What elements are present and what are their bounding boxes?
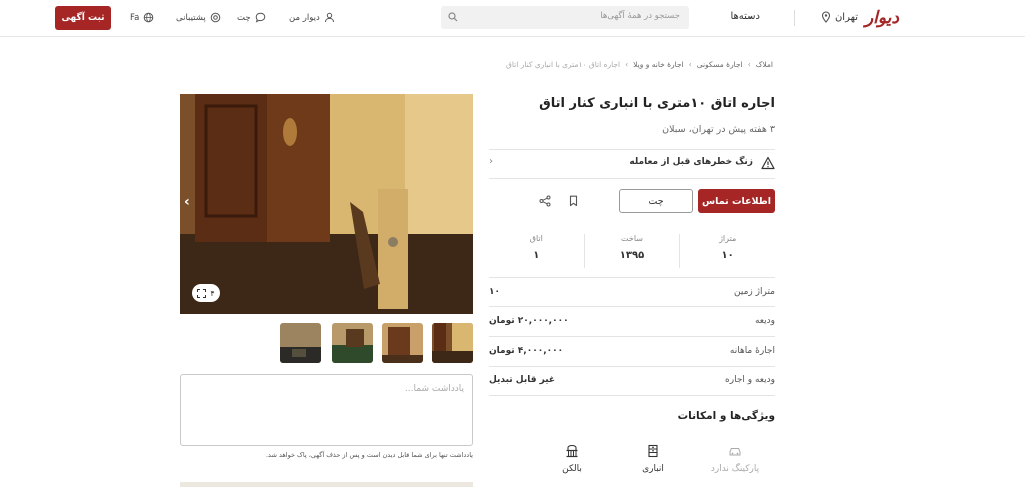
user-icon <box>324 12 334 23</box>
feature-parking: پارکینگ ندارد <box>700 444 770 474</box>
detail-row: متراژ زمین ۱۰ <box>489 279 775 307</box>
detail-row: ودیعه و اجاره غیر قابل تبدیل <box>489 367 775 395</box>
breadcrumb-item[interactable]: اجارهٔ خانه و ویلا <box>633 60 684 69</box>
divider <box>489 277 775 278</box>
location-pin-icon <box>821 11 831 23</box>
thumbnail-image <box>432 323 473 363</box>
divider <box>489 336 775 337</box>
header-divider <box>794 10 795 26</box>
language-switch[interactable]: Fa <box>130 12 154 23</box>
car-icon <box>729 448 741 456</box>
thumbnail[interactable] <box>332 323 373 363</box>
spec-year-built: ساخت ۱۳۹۵ <box>585 234 681 268</box>
spec-rooms: اتاق ۱ <box>489 234 585 268</box>
support-icon <box>210 12 220 23</box>
chevron-left-icon: ‹ <box>489 156 493 167</box>
globe-icon <box>144 12 154 23</box>
detail-row: ودیعه ۲۰,۰۰۰,۰۰۰ تومان <box>489 308 775 336</box>
feature-label: بالکن <box>562 464 582 474</box>
note-textarea[interactable]: یادداشت شما... <box>180 374 473 446</box>
chevron-right-icon[interactable]: › <box>184 194 190 210</box>
chat-link[interactable]: چت <box>237 12 266 23</box>
balcony-icon <box>566 444 578 458</box>
image-count: ۴ <box>210 288 215 298</box>
feature-label: انباری <box>642 464 664 474</box>
fullscreen-icon <box>197 288 207 298</box>
detail-label: اجارهٔ ماهانه <box>729 346 775 356</box>
detail-value: ۴,۰۰۰,۰۰۰ تومان <box>489 346 564 356</box>
search-placeholder: جستجو در همهٔ آگهی‌ها <box>600 11 680 21</box>
chevron-left-icon: › <box>747 60 751 69</box>
thumbnail-image <box>382 323 423 363</box>
breadcrumb: املاک › اجارهٔ مسکونی › اجارهٔ خانه و وی… <box>506 60 773 69</box>
spec-value: ۱۳۹۵ <box>619 250 645 261</box>
my-divar-link[interactable]: دیوار من <box>289 12 335 23</box>
divider <box>489 178 775 179</box>
detail-label: ودیعه و اجاره <box>725 375 775 385</box>
detail-value: ۱۰ <box>489 287 500 297</box>
spec-label: اتاق <box>529 234 543 243</box>
post-ad-button[interactable]: ثبت آگهی <box>55 6 111 30</box>
city-label: تهران <box>834 11 858 23</box>
support-label: پشتیبانی <box>176 12 206 23</box>
feature-storage: انباری <box>618 444 688 474</box>
thumbnail[interactable] <box>432 323 473 363</box>
warning-triangle-icon <box>761 156 775 170</box>
divider <box>489 149 775 150</box>
city-selector[interactable]: تهران <box>821 11 858 23</box>
spec-value: ۱ <box>533 250 540 261</box>
detail-label: ودیعه <box>754 316 775 326</box>
room-photo <box>180 94 473 314</box>
search-icon <box>448 12 458 22</box>
support-link[interactable]: پشتیبانی <box>176 12 221 23</box>
spec-label: ساخت <box>621 234 643 243</box>
safety-warning-label: زنگ خطرهای قبل از معامله <box>629 157 753 167</box>
storage-icon <box>648 444 658 458</box>
contact-info-button[interactable]: اطلاعات تماس <box>698 189 775 213</box>
note-placeholder: یادداشت شما... <box>404 384 464 394</box>
features-heading: ویژگی‌ها و امکانات <box>677 410 775 422</box>
breadcrumb-current: اجاره اتاق ۱۰متری با انباری کنار اتاق <box>506 60 621 69</box>
detail-label: متراژ زمین <box>734 287 775 297</box>
ad-title: اجاره اتاق ۱۰متری با انباری کنار اتاق <box>539 96 775 111</box>
thumbnail-image <box>332 323 373 363</box>
feature-balcony: بالکن <box>537 444 607 474</box>
note-hint: یادداشت تنها برای شما قابل دیدن است و پس… <box>265 451 473 459</box>
detail-value: غیر قابل تبدیل <box>489 375 556 385</box>
safety-warning-link[interactable]: زنگ خطرهای قبل از معامله ‹ <box>489 156 775 172</box>
map-preview[interactable] <box>180 482 473 487</box>
divider <box>489 395 775 396</box>
image-count-badge[interactable]: ۴ <box>192 284 220 302</box>
search-input[interactable]: جستجو در همهٔ آگهی‌ها <box>441 6 689 29</box>
main-photo[interactable]: › ۴ <box>180 94 473 314</box>
detail-value: ۲۰,۰۰۰,۰۰۰ تومان <box>489 316 569 326</box>
thumbnail[interactable] <box>382 323 423 363</box>
language-label: Fa <box>130 12 140 23</box>
breadcrumb-item[interactable]: اجارهٔ مسکونی <box>697 60 743 69</box>
chevron-down-icon: ⌄ <box>746 11 754 21</box>
ad-posted-info: ۳ هفته پیش در تهران، سبلان <box>662 124 775 135</box>
breadcrumb-item[interactable]: املاک <box>756 60 773 69</box>
chevron-left-icon: › <box>688 60 692 69</box>
spec-label: متراژ <box>719 234 737 243</box>
chevron-left-icon: › <box>625 60 629 69</box>
thumbnail-strip <box>180 323 473 363</box>
spec-area: متراژ ۱۰ <box>680 234 775 268</box>
chat-button[interactable]: چت <box>619 189 693 213</box>
top-navigation-bar: دیوار تهران دسته‌ها ⌄ جستجو در همهٔ آگهی… <box>0 0 1025 37</box>
detail-row: اجارهٔ ماهانه ۴,۰۰۰,۰۰۰ تومان <box>489 338 775 366</box>
share-icon[interactable] <box>539 195 551 207</box>
chat-bubble-icon <box>255 12 265 23</box>
divar-logo[interactable]: دیوار <box>865 8 899 28</box>
thumbnail-image <box>280 323 321 363</box>
chat-label: چت <box>237 12 251 23</box>
my-divar-label: دیوار من <box>289 12 320 23</box>
feature-label: پارکینگ ندارد <box>710 464 760 474</box>
spec-value: ۱۰ <box>721 250 734 261</box>
thumbnail[interactable] <box>280 323 321 363</box>
divider <box>489 306 775 307</box>
categories-button[interactable]: دسته‌ها <box>730 11 760 22</box>
key-specs: متراژ ۱۰ ساخت ۱۳۹۵ اتاق ۱ <box>489 234 775 268</box>
bookmark-icon[interactable] <box>568 195 579 207</box>
